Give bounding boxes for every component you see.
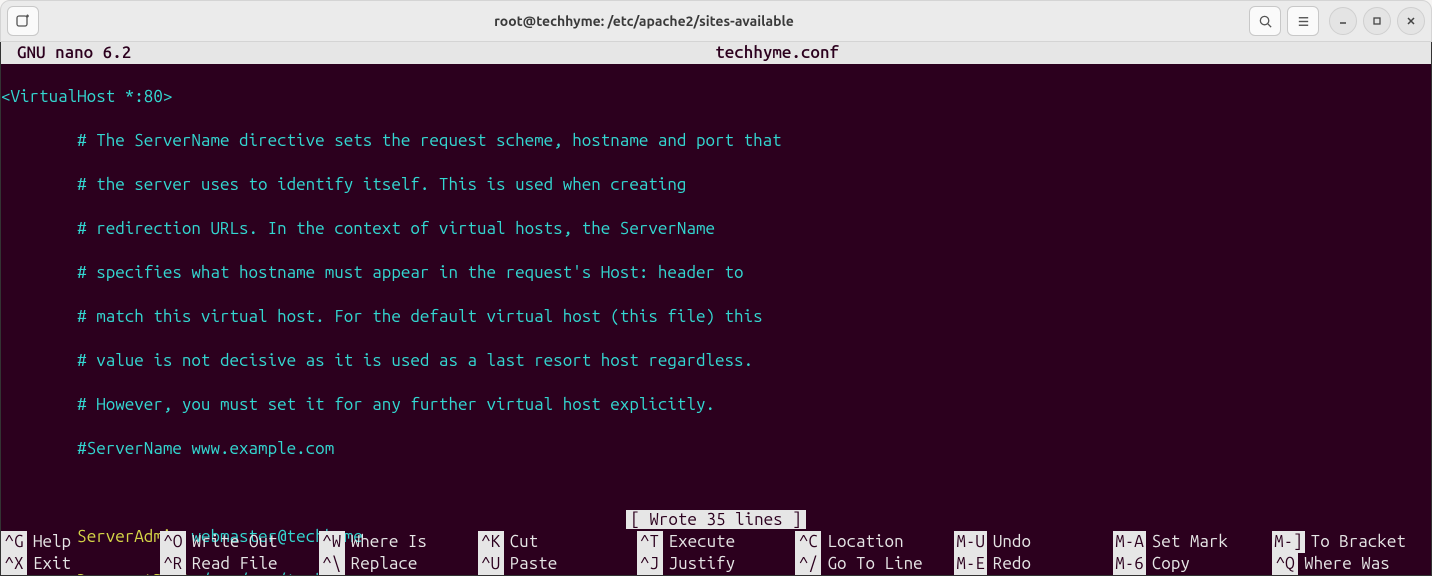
nano-shortcuts: ^GHelp ^OWrite Out ^WWhere Is ^KCut ^TEx… [1, 531, 1431, 575]
shortcut-whereis: ^WWhere Is [319, 531, 478, 553]
comment-line: #ServerName www.example.com [77, 439, 334, 458]
editor-content[interactable]: <VirtualHost *:80> # The ServerName dire… [1, 64, 1431, 576]
window-titlebar: root@techhyme: /etc/apache2/sites-availa… [0, 0, 1432, 42]
comment-line: # redirection URLs. In the context of vi… [77, 219, 715, 238]
nano-filename: techhyme.conf [131, 42, 1423, 64]
window-title: root@techhyme: /etc/apache2/sites-availa… [45, 13, 1243, 29]
shortcut-help: ^GHelp [1, 531, 160, 553]
comment-line: # value is not decisive as it is used as… [77, 351, 753, 370]
shortcut-location: ^CLocation [795, 531, 954, 553]
shortcut-gotoline: ^/Go To Line [795, 553, 954, 575]
vhost-open-tag: <VirtualHost *:80> [1, 87, 172, 106]
comment-line: # specifies what hostname must appear in… [77, 263, 743, 282]
search-button[interactable] [1249, 6, 1281, 36]
shortcut-redo: M-ERedo [954, 553, 1113, 575]
shortcut-tobracket: M-]To Bracket [1272, 531, 1431, 553]
shortcut-readfile: ^RRead File [160, 553, 319, 575]
comment-line: # the server uses to identify itself. Th… [77, 175, 686, 194]
shortcut-copy: M-6Copy [1113, 553, 1272, 575]
shortcut-execute: ^TExecute [637, 531, 796, 553]
nano-header: GNU nano 6.2 techhyme.conf [1, 42, 1431, 64]
comment-line: # The ServerName directive sets the requ… [77, 131, 781, 150]
terminal-area[interactable]: GNU nano 6.2 techhyme.conf <VirtualHost … [0, 42, 1432, 576]
shortcut-setmark: M-ASet Mark [1113, 531, 1272, 553]
shortcut-paste: ^UPaste [478, 553, 637, 575]
shortcut-writeout: ^OWrite Out [160, 531, 319, 553]
shortcut-cut: ^KCut [478, 531, 637, 553]
shortcut-replace: ^\Replace [319, 553, 478, 575]
comment-line: # However, you must set it for any furth… [77, 395, 715, 414]
new-tab-button[interactable] [7, 6, 39, 36]
nano-app-label: GNU nano 6.2 [9, 42, 131, 64]
nano-status: [ Wrote 35 lines ] [1, 509, 1431, 531]
shortcut-exit: ^XExit [1, 553, 160, 575]
comment-line: # match this virtual host. For the defau… [77, 307, 762, 326]
shortcut-undo: M-UUndo [954, 531, 1113, 553]
shortcut-wherewas: ^QWhere Was [1272, 553, 1431, 575]
maximize-button[interactable] [1363, 7, 1391, 35]
shortcut-justify: ^JJustify [637, 553, 796, 575]
close-button[interactable] [1397, 7, 1425, 35]
hamburger-menu-button[interactable] [1287, 6, 1319, 36]
minimize-button[interactable] [1329, 7, 1357, 35]
